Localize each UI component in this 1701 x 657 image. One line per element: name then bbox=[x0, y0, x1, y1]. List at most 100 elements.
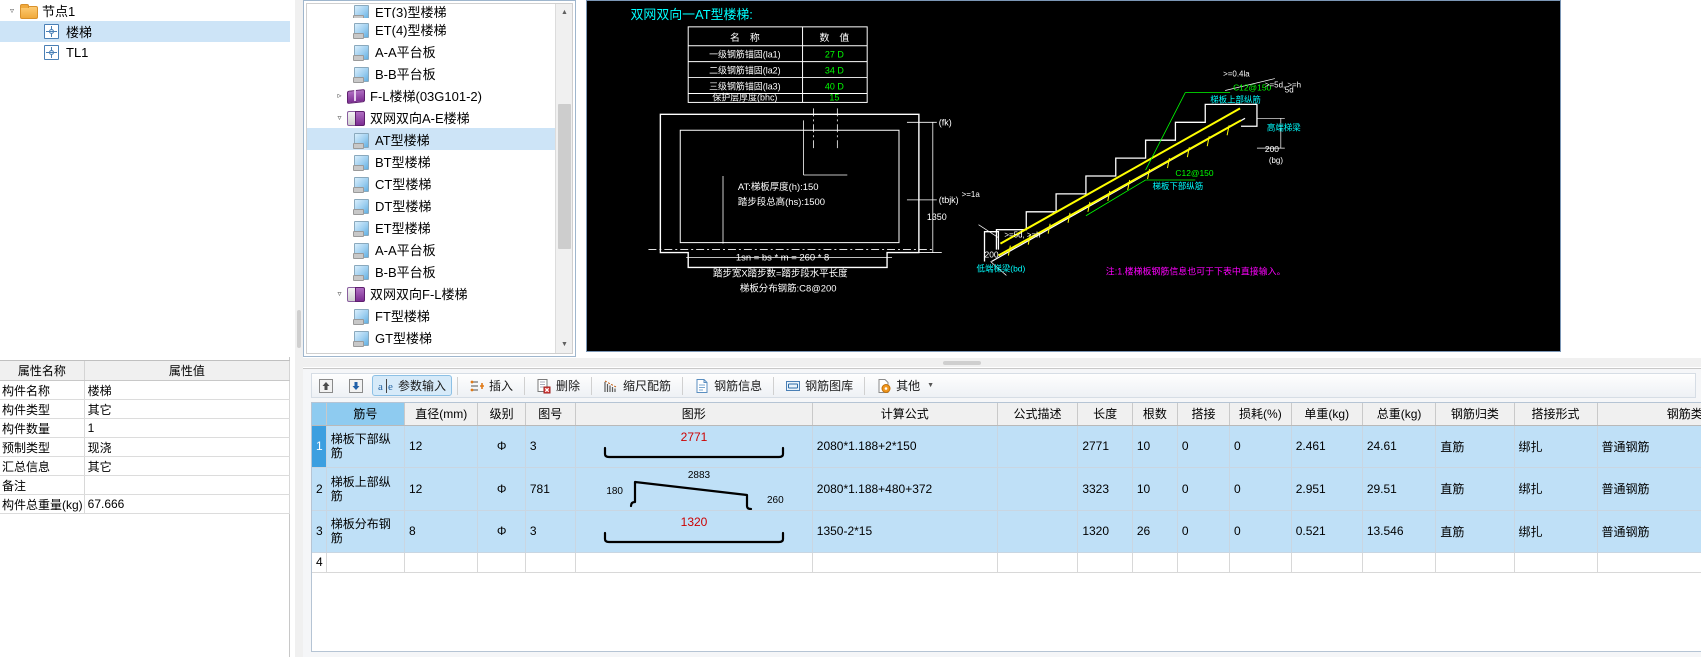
cell-total-weight[interactable]: 29.51 bbox=[1362, 467, 1437, 511]
cell-unit-weight[interactable]: 2.461 bbox=[1291, 425, 1363, 468]
cell-lap-form[interactable]: 绑扎 bbox=[1514, 510, 1598, 553]
cell-lap[interactable] bbox=[1177, 552, 1231, 573]
cell-formula[interactable]: 2080*1.188+2*150 bbox=[812, 425, 998, 468]
cell-rebar-name[interactable]: 梯板分布钢筋 bbox=[326, 510, 405, 553]
cell-shape[interactable] bbox=[575, 552, 813, 573]
grid-header-diameter[interactable]: 直径(mm) bbox=[404, 403, 479, 426]
cell-unit-weight[interactable]: 0.521 bbox=[1291, 510, 1363, 553]
cell-count[interactable]: 10 bbox=[1132, 425, 1178, 468]
cell-diameter[interactable]: 12 bbox=[404, 425, 479, 468]
cell-loss[interactable] bbox=[1229, 552, 1292, 573]
chevron-right-icon[interactable]: ▹ bbox=[333, 91, 346, 100]
property-row[interactable]: 预制类型 现浇 bbox=[0, 437, 291, 457]
grid-header-lap-form[interactable]: 搭接形式 bbox=[1514, 403, 1598, 426]
grid-corner-cell[interactable] bbox=[312, 403, 327, 426]
cell-formula-desc[interactable] bbox=[997, 467, 1079, 511]
table-row[interactable]: 1 梯板下部纵筋 12 Φ 3 2771 2080*1.188+2*150 27… bbox=[312, 425, 1701, 468]
cell-rebar-type[interactable]: 普通钢筋 bbox=[1597, 425, 1701, 468]
tree-node-tl1[interactable]: TL1 bbox=[0, 42, 290, 63]
grid-header-unit-weight[interactable]: 单重(kg) bbox=[1291, 403, 1363, 426]
cell-formula[interactable] bbox=[812, 552, 998, 573]
cell-lap-form[interactable]: 绑扎 bbox=[1514, 425, 1598, 468]
stair-tree-group[interactable]: ▹ F-L楼梯(03G101-2) bbox=[307, 84, 559, 106]
cell-diameter[interactable] bbox=[404, 552, 479, 573]
grid-header-total-weight[interactable]: 总重(kg) bbox=[1362, 403, 1437, 426]
expander-icon[interactable]: ▿ bbox=[6, 5, 18, 17]
property-row[interactable]: 备注 bbox=[0, 475, 291, 495]
grid-header-jinhao[interactable]: 筋号 bbox=[326, 403, 405, 426]
cell-total-weight[interactable]: 24.61 bbox=[1362, 425, 1437, 468]
stair-tree-group[interactable]: ▿ 双网双向F-L楼梯 bbox=[307, 282, 559, 304]
delete-button[interactable]: 删除 bbox=[530, 375, 586, 396]
property-value[interactable]: 1 bbox=[84, 418, 291, 438]
rebar-library-button[interactable]: 钢筋图库 bbox=[779, 375, 859, 396]
cell-total-weight[interactable]: 13.546 bbox=[1362, 510, 1437, 553]
chevron-down-icon[interactable]: ▿ bbox=[333, 113, 346, 122]
stair-tree-item-at[interactable]: AT型楼梯 bbox=[307, 128, 559, 150]
grid-header-loss[interactable]: 损耗(%) bbox=[1229, 403, 1292, 426]
cell-lap[interactable]: 0 bbox=[1177, 510, 1231, 553]
property-value[interactable]: 其它 bbox=[84, 456, 291, 476]
vertical-splitter[interactable] bbox=[303, 358, 1701, 367]
property-row[interactable]: 构件数量 1 bbox=[0, 418, 291, 438]
property-row[interactable]: 构件类型 其它 bbox=[0, 399, 291, 419]
property-value[interactable]: 其它 bbox=[84, 399, 291, 419]
scroll-up-icon[interactable]: ▲ bbox=[556, 4, 572, 21]
grid-header-shape[interactable]: 图形 bbox=[575, 403, 813, 426]
cell-shape[interactable]: 2771 bbox=[575, 425, 813, 468]
stair-type-tree[interactable]: ET(3)型楼梯 ET(4)型楼梯 A-A平台板 B-B平台板 ▹ F-L楼梯(… bbox=[307, 4, 559, 353]
cell-grade[interactable]: Φ bbox=[477, 510, 526, 553]
cell-loss[interactable]: 0 bbox=[1229, 510, 1292, 553]
cell-category[interactable]: 直筋 bbox=[1435, 510, 1515, 553]
table-row[interactable]: 3 梯板分布钢筋 8 Φ 3 1320 1350-2*15 1320 26 0 … bbox=[312, 510, 1701, 553]
table-row-empty[interactable]: 4 bbox=[312, 552, 1701, 573]
horizontal-splitter[interactable] bbox=[295, 0, 303, 657]
cell-grade[interactable]: Φ bbox=[477, 425, 526, 468]
stair-tree-item[interactable]: B-B平台板 bbox=[307, 62, 559, 84]
move-down-button[interactable] bbox=[342, 375, 370, 396]
cell-length[interactable]: 1320 bbox=[1077, 510, 1133, 553]
cell-fig-no[interactable]: 3 bbox=[525, 425, 576, 468]
cell-lap[interactable]: 0 bbox=[1177, 467, 1231, 511]
scrollbar-thumb[interactable] bbox=[558, 104, 571, 249]
grid-header-lap[interactable]: 搭接 bbox=[1177, 403, 1231, 426]
cell-unit-weight[interactable] bbox=[1291, 552, 1363, 573]
cell-lap-form[interactable]: 绑扎 bbox=[1514, 467, 1598, 511]
cell-formula[interactable]: 1350-2*15 bbox=[812, 510, 998, 553]
cell-rebar-name[interactable] bbox=[326, 552, 405, 573]
other-button[interactable]: 其他 ▼ bbox=[870, 375, 940, 396]
stair-tree-item[interactable]: ET(3)型楼梯 bbox=[307, 4, 559, 18]
cell-formula-desc[interactable] bbox=[997, 510, 1079, 553]
cell-length[interactable]: 3323 bbox=[1077, 467, 1133, 511]
grid-header-rebar-type[interactable]: 钢筋类型 bbox=[1597, 403, 1701, 426]
rebar-data-grid[interactable]: 筋号 直径(mm) 级别 图号 图形 计算公式 公式描述 长度 根数 搭接 损耗… bbox=[311, 402, 1701, 652]
cell-fig-no[interactable]: 3 bbox=[525, 510, 576, 553]
property-row[interactable]: 汇总信息 其它 bbox=[0, 456, 291, 476]
cell-rebar-name[interactable]: 梯板上部纵筋 bbox=[326, 467, 405, 511]
chevron-down-icon[interactable]: ▼ bbox=[927, 382, 934, 389]
stair-tree-item[interactable]: A-A平台板 bbox=[307, 40, 559, 62]
stair-tree-item[interactable]: ET(4)型楼梯 bbox=[307, 18, 559, 40]
cell-lap-form[interactable] bbox=[1514, 552, 1598, 573]
grid-header-formula-desc[interactable]: 公式描述 bbox=[997, 403, 1079, 426]
param-input-button[interactable]: ae 参数输入 bbox=[372, 375, 453, 396]
stair-tree-group[interactable]: ▿ 双网双向A-E楼梯 bbox=[307, 106, 559, 128]
cell-formula-desc[interactable] bbox=[997, 425, 1079, 468]
cell-loss[interactable]: 0 bbox=[1229, 467, 1292, 511]
property-grid[interactable]: 属性名称 属性值 构件名称 楼梯 构件类型 其它 构件数量 1 预制类型 现浇 … bbox=[0, 360, 291, 657]
cell-count[interactable]: 26 bbox=[1132, 510, 1178, 553]
cell-rebar-type[interactable]: 普通钢筋 bbox=[1597, 510, 1701, 553]
cell-formula-desc[interactable] bbox=[997, 552, 1079, 573]
cad-preview-panel[interactable]: 双网双向一AT型楼梯: 名 称 数 值 一级钢筋锚固(la1) 27 D 二级钢… bbox=[586, 0, 1561, 352]
insert-button[interactable]: 插入 bbox=[463, 375, 519, 396]
grid-header-category[interactable]: 钢筋归类 bbox=[1435, 403, 1515, 426]
cell-diameter[interactable]: 12 bbox=[404, 467, 479, 511]
cell-shape[interactable]: 1320 bbox=[575, 510, 813, 553]
chevron-down-icon[interactable]: ▿ bbox=[333, 289, 346, 298]
stair-tree-item[interactable]: ET型楼梯 bbox=[307, 216, 559, 238]
grid-header-figno[interactable]: 图号 bbox=[525, 403, 576, 426]
cell-loss[interactable]: 0 bbox=[1229, 425, 1292, 468]
cell-grade[interactable] bbox=[477, 552, 526, 573]
cell-fig-no[interactable]: 781 bbox=[525, 467, 576, 511]
cell-formula[interactable]: 2080*1.188+480+372 bbox=[812, 467, 998, 511]
